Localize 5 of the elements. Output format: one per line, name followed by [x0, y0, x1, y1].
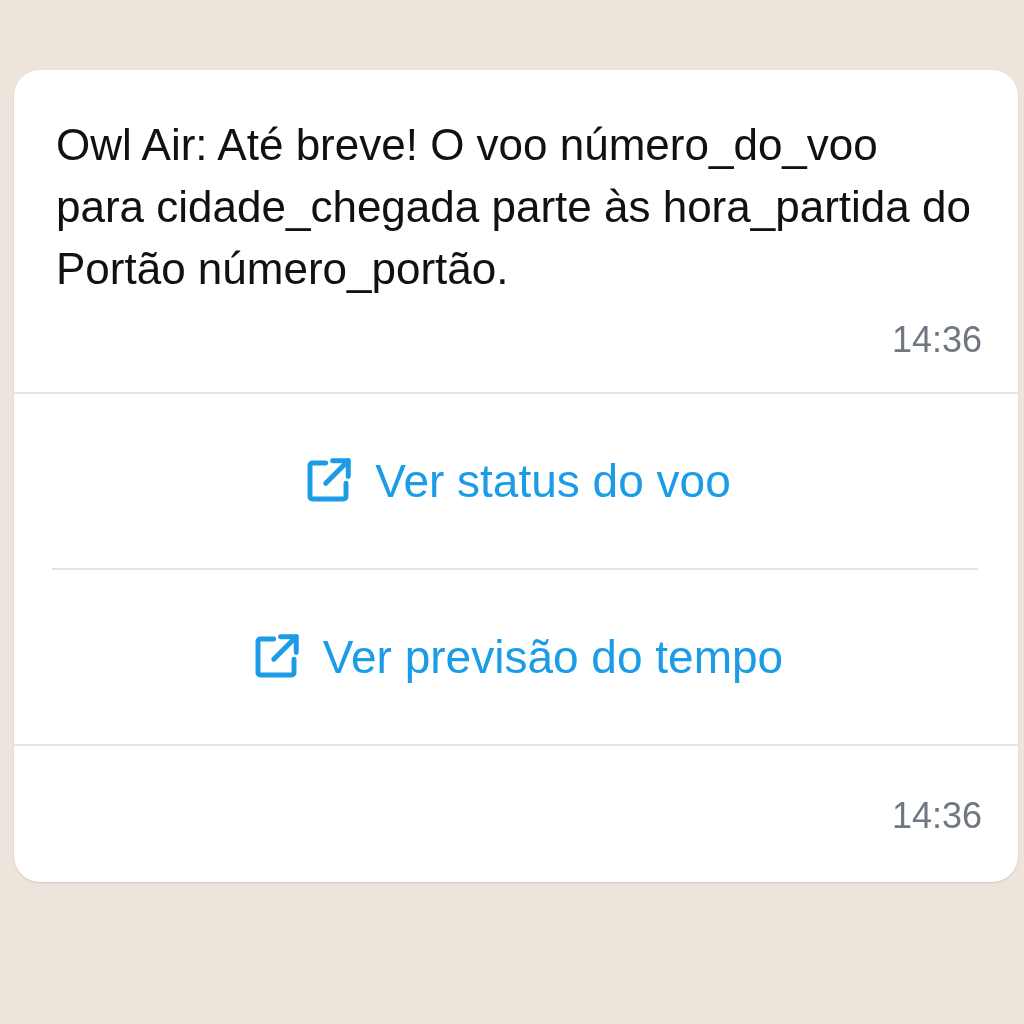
link-button[interactable]: Ver status do voo: [14, 394, 1018, 568]
link-button[interactable]: Ver previsão do tempo: [14, 570, 1018, 744]
message-text: Owl Air: Até breve! O voo número_do_voo para cidade_chegada parte às hora_partida do Portão número_portão.: [55, 119, 972, 295]
message-time: 14:36: [890, 794, 983, 838]
message-time: 14:36: [890, 318, 983, 362]
